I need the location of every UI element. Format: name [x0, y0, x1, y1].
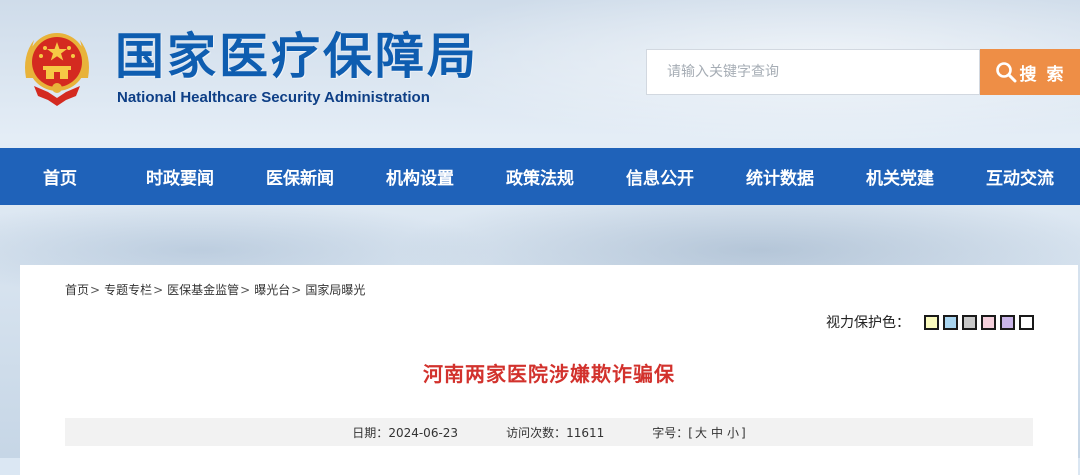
site-logo-cn[interactable]: 国家医疗保障局: [115, 26, 479, 86]
visits-label: 访问次数：: [506, 425, 567, 440]
eye-care-swatch-purple[interactable]: [1000, 314, 1015, 330]
eye-care-swatch-gray[interactable]: [962, 314, 977, 330]
eye-care-swatch-white[interactable]: [1019, 314, 1034, 330]
breadcrumb-separator: >: [291, 283, 302, 297]
search-button[interactable]: 搜 索: [980, 49, 1080, 95]
nav-item-interaction[interactable]: 互动交流: [960, 148, 1080, 205]
date-value: 2024-06-23: [388, 425, 459, 440]
site-header: 国家医疗保障局 National Healthcare Security Adm…: [0, 0, 1080, 148]
article-visits: 访问次数：11611: [506, 424, 604, 441]
nav-item-public-info[interactable]: 信息公开: [600, 148, 720, 205]
nav-item-statistics[interactable]: 统计数据: [720, 148, 840, 205]
national-emblem-icon: [18, 26, 96, 110]
eye-care-swatch-pink[interactable]: [981, 314, 996, 330]
breadcrumb-national-exposure[interactable]: 国家局曝光: [305, 283, 365, 297]
eye-care-label: 视力保护色：: [826, 315, 910, 331]
font-size-bracket-open: [: [688, 425, 693, 440]
nav-item-healthcare-news[interactable]: 医保新闻: [240, 148, 360, 205]
eye-care-swatch-yellow[interactable]: [924, 314, 939, 330]
article-title: 河南两家医院涉嫌欺诈骗保: [423, 362, 675, 386]
font-size-small[interactable]: 小: [727, 426, 739, 440]
breadcrumb-separator: >: [240, 283, 251, 297]
nav-item-home[interactable]: 首页: [0, 148, 120, 205]
nav-item-current-affairs[interactable]: 时政要闻: [120, 148, 240, 205]
main-nav: 首页 时政要闻 医保新闻 机构设置 政策法规 信息公开 统计数据 机关党建 互动…: [0, 148, 1080, 205]
search-icon: [995, 61, 1017, 83]
font-size-control: 字号：[大中小]: [652, 424, 745, 441]
eye-care-swatch-blue[interactable]: [943, 314, 958, 330]
font-size-large[interactable]: 大: [695, 426, 707, 440]
breadcrumb-separator: >: [90, 283, 101, 297]
date-label: 日期：: [352, 425, 389, 440]
visits-value: 11611: [566, 425, 605, 440]
breadcrumb-special-topics[interactable]: 专题专栏: [104, 283, 152, 297]
site-logo-en[interactable]: National Healthcare Security Administrat…: [117, 89, 430, 107]
article-date: 日期：2024-06-23: [352, 424, 458, 441]
search-input[interactable]: [646, 49, 980, 95]
nav-item-organization[interactable]: 机构设置: [360, 148, 480, 205]
font-size-bracket-close: ]: [741, 425, 746, 440]
eye-care-colors: 视力保护色：: [826, 312, 1034, 332]
breadcrumb-fund-supervision[interactable]: 医保基金监管: [167, 283, 239, 297]
article-meta-bar: 日期：2024-06-23 访问次数：11611 字号：[大中小]: [65, 418, 1033, 446]
font-size-label: 字号：: [652, 425, 689, 440]
breadcrumb-separator: >: [153, 283, 164, 297]
breadcrumb-exposure[interactable]: 曝光台: [254, 283, 290, 297]
article-card: 首页> 专题专栏> 医保基金监管> 曝光台> 国家局曝光 视力保护色： 河南两家医院涉嫌…: [20, 265, 1078, 475]
breadcrumb: 首页> 专题专栏> 医保基金监管> 曝光台> 国家局曝光: [65, 281, 365, 298]
breadcrumb-home[interactable]: 首页: [65, 283, 89, 297]
nav-item-party-building[interactable]: 机关党建: [840, 148, 960, 205]
search-button-label: 搜 索: [1019, 64, 1066, 85]
font-size-medium[interactable]: 中: [711, 426, 723, 440]
nav-item-policies[interactable]: 政策法规: [480, 148, 600, 205]
